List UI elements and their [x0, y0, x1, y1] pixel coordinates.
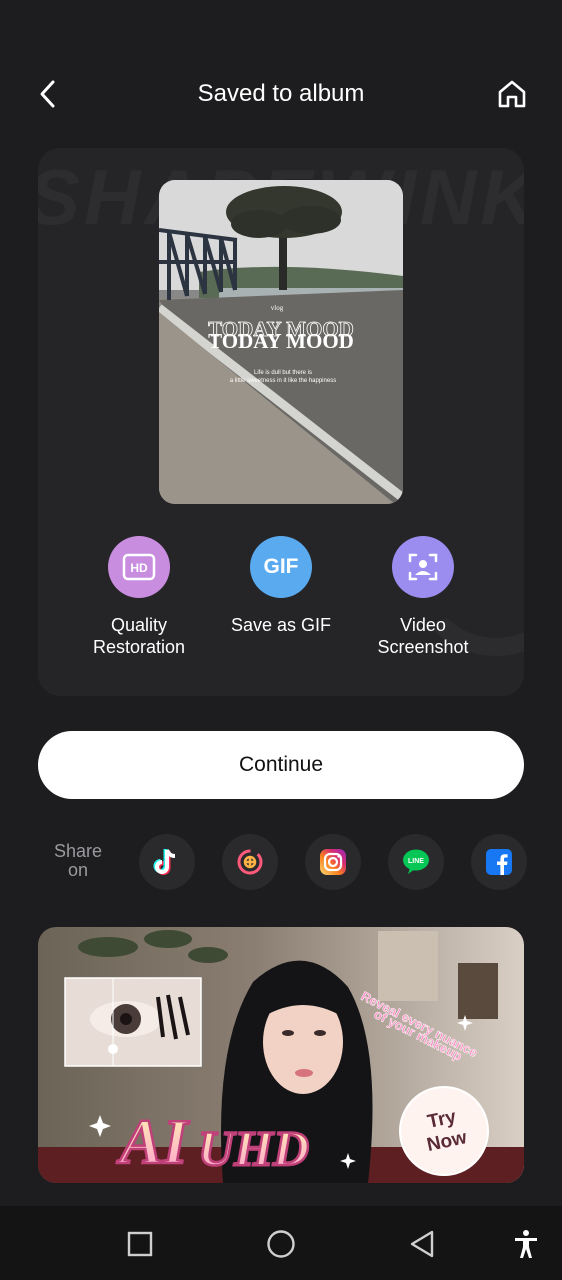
line-icon: LINE	[403, 849, 429, 874]
recents-button[interactable]	[120, 1224, 160, 1264]
home-button[interactable]	[492, 74, 532, 114]
svg-text:LINE: LINE	[408, 858, 424, 865]
reels-share-button[interactable]	[222, 834, 278, 890]
banner-image: Reveal every nuance of your makeup AI UH…	[38, 927, 524, 1183]
tiktok-share-button[interactable]	[139, 834, 195, 890]
overlay-caption-2: a little sweetness in it like the happin…	[230, 378, 336, 384]
square-icon	[127, 1231, 153, 1257]
back-nav-button[interactable]	[402, 1224, 442, 1264]
accessibility-button[interactable]	[506, 1224, 546, 1264]
screenshot-label: Screenshot	[377, 637, 469, 657]
header: Saved to album	[0, 60, 562, 130]
hd-icon: HD	[108, 536, 170, 598]
banner-big-text-uhd: UHD	[198, 1120, 309, 1176]
action-row: HD Quality Restoration GIF Save as GIF V…	[38, 536, 524, 676]
home-nav-button[interactable]	[261, 1224, 301, 1264]
share-row: Share on LINE	[0, 834, 562, 892]
overlay-caption-1: Life is dull but there is	[254, 370, 312, 376]
screenshot-icon	[392, 536, 454, 598]
overlay-title: TODAY MOOD	[208, 329, 354, 353]
facebook-icon	[486, 849, 512, 875]
video-label: Video	[400, 615, 446, 635]
save-as-gif-button[interactable]: GIF Save as GIF	[211, 536, 351, 636]
save-as-gif-label: Save as GIF	[230, 615, 332, 635]
quality-label: Quality	[110, 615, 168, 635]
instagram-share-button[interactable]	[305, 834, 361, 890]
overlay-small-text: vlog	[271, 304, 284, 312]
quality-restoration-button[interactable]: HD Quality Restoration	[69, 536, 209, 658]
accessibility-icon	[515, 1230, 537, 1258]
home-icon	[498, 80, 526, 108]
share-on-label: Share on	[53, 841, 103, 880]
ai-uhd-banner[interactable]: Reveal every nuance of your makeup AI UH…	[38, 927, 524, 1183]
line-share-button[interactable]: LINE	[388, 834, 444, 890]
video-screenshot-button[interactable]: Video Screenshot	[353, 536, 493, 658]
circle-icon	[267, 1230, 295, 1258]
thumbnail-image: vlog TODAY MOOD TODAY MOOD Life is dull …	[159, 180, 403, 504]
preview-card: SHAPEWINK	[38, 148, 524, 696]
triangle-back-icon	[410, 1230, 434, 1258]
restoration-label: Restoration	[92, 637, 186, 657]
page-title: Saved to album	[197, 80, 365, 107]
continue-button[interactable]: Continue	[38, 731, 524, 799]
svg-text:HD: HD	[130, 561, 148, 575]
instagram-reels-icon	[237, 849, 263, 875]
tiktok-icon	[153, 849, 176, 875]
instagram-icon	[320, 849, 346, 875]
system-nav-bar	[0, 1206, 562, 1280]
gif-icon: GIF	[250, 536, 312, 598]
video-thumbnail[interactable]: vlog TODAY MOOD TODAY MOOD Life is dull …	[159, 180, 403, 504]
facebook-share-button[interactable]	[471, 834, 527, 890]
banner-big-text-ai: AI	[116, 1106, 190, 1177]
